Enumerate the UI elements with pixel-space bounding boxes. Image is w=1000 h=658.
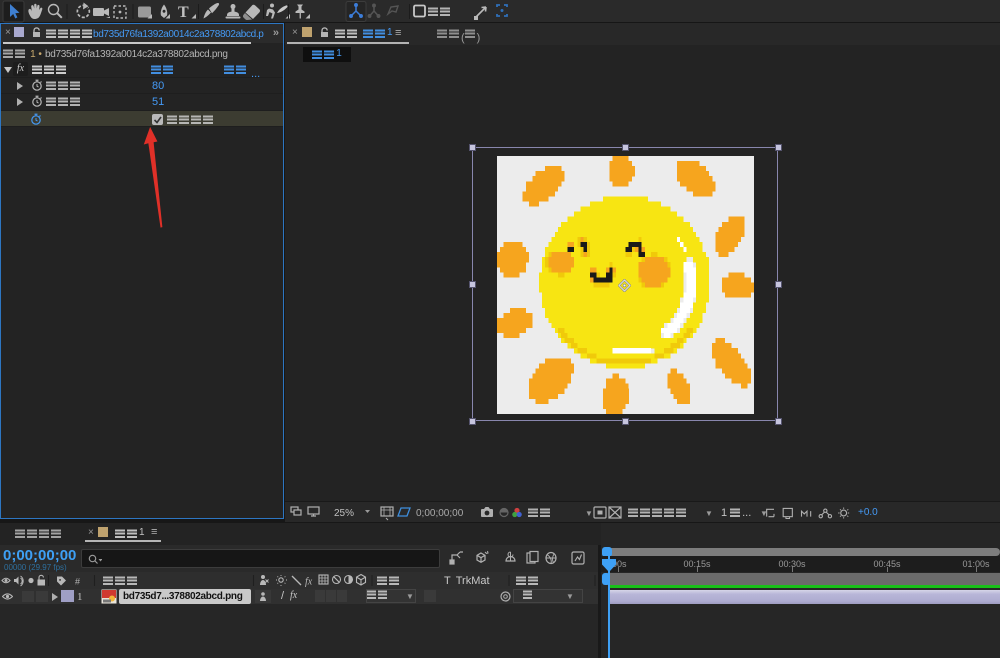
svg-text:#: # [75, 577, 80, 587]
svg-text:T: T [178, 4, 189, 21]
svg-text:25%: 25% [334, 508, 354, 519]
svg-text:fx: fx [305, 577, 313, 588]
svg-text:0;00;00;00: 0;00;00;00 [416, 508, 464, 519]
